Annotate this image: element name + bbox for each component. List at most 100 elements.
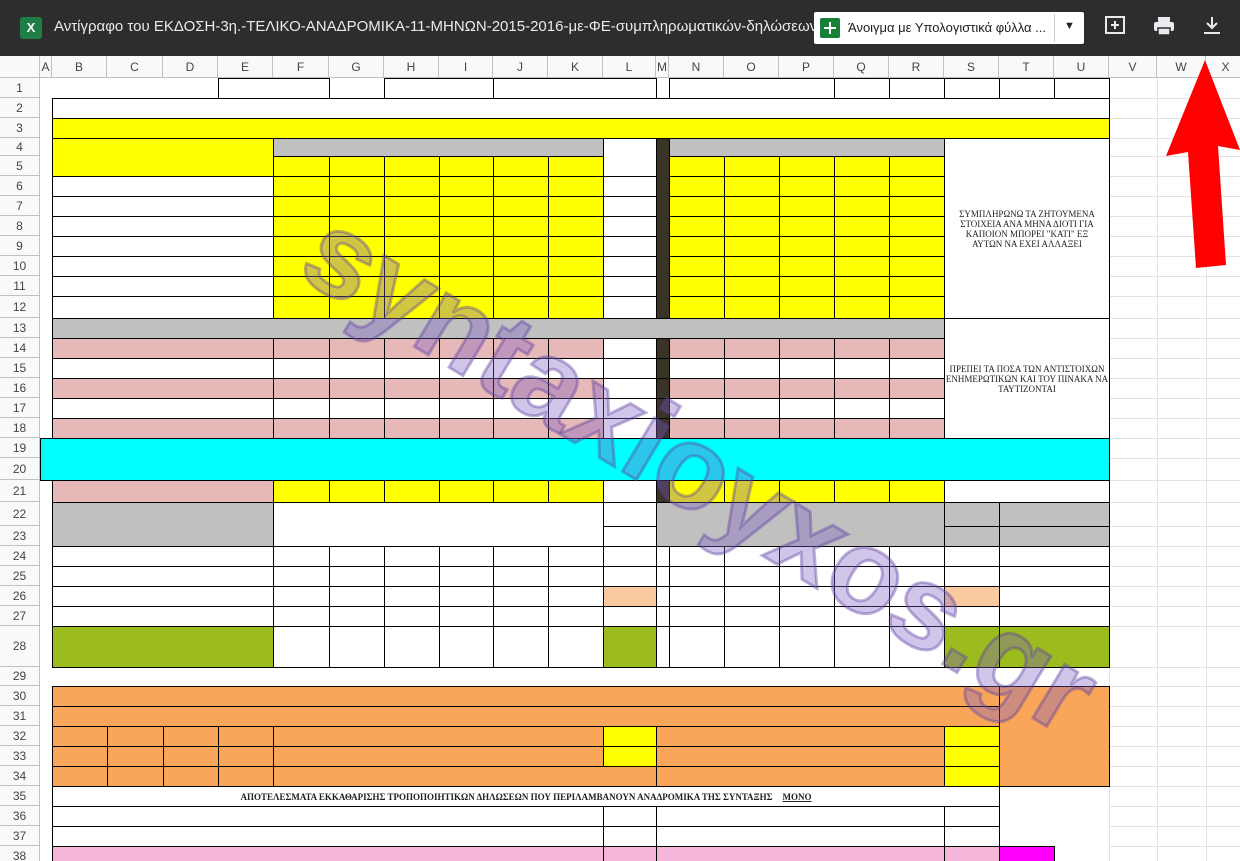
column-header-e[interactable]: E bbox=[218, 56, 273, 78]
column-header-u[interactable]: U bbox=[1054, 56, 1109, 78]
row-header-7[interactable]: 7 bbox=[0, 196, 40, 216]
input-cell[interactable] bbox=[273, 196, 330, 217]
input-cell[interactable] bbox=[329, 236, 385, 257]
input-cell[interactable] bbox=[493, 176, 549, 197]
row-header-24[interactable]: 24 bbox=[0, 546, 40, 566]
column-header-q[interactable]: Q bbox=[834, 56, 889, 78]
input-cell[interactable] bbox=[834, 276, 890, 297]
column-header-a[interactable]: A bbox=[40, 56, 52, 78]
input-cell[interactable] bbox=[548, 216, 604, 237]
row-header-13[interactable]: 13 bbox=[0, 318, 40, 338]
input-cell[interactable] bbox=[384, 236, 440, 257]
open-with-sheets-button[interactable]: Άνοιγμα με Υπολογιστικά φύλλα ... ▼ bbox=[814, 12, 1084, 44]
row-header-4[interactable]: 4 bbox=[0, 138, 40, 156]
row-header-33[interactable]: 33 bbox=[0, 746, 40, 766]
row-header-34[interactable]: 34 bbox=[0, 766, 40, 786]
row-header-27[interactable]: 27 bbox=[0, 606, 40, 626]
row-header-28[interactable]: 28 bbox=[0, 626, 40, 667]
input-cell[interactable] bbox=[724, 196, 780, 217]
eas-input[interactable] bbox=[669, 480, 725, 503]
row-header-16[interactable]: 16 bbox=[0, 378, 40, 398]
input-cell[interactable] bbox=[548, 276, 604, 297]
spreadsheet-grid[interactable]: A B C D E F G H I J K L M N O P Q R S T U V W X 1 2 3 4 5 6 7 8 9 10 11 12 1… bbox=[0, 56, 1240, 861]
column-header-f[interactable]: F bbox=[273, 56, 329, 78]
row-header-31[interactable]: 31 bbox=[0, 706, 40, 726]
eas-input[interactable] bbox=[724, 480, 780, 503]
input-cell[interactable] bbox=[889, 296, 945, 319]
input-cell[interactable] bbox=[548, 236, 604, 257]
row-header-1[interactable]: 1 bbox=[0, 78, 40, 98]
input-cell[interactable] bbox=[384, 296, 440, 319]
input-cell[interactable] bbox=[329, 216, 385, 237]
eas-input[interactable] bbox=[273, 480, 330, 503]
salary-2015-input[interactable] bbox=[603, 746, 657, 767]
input-cell[interactable] bbox=[889, 176, 945, 197]
input-cell[interactable] bbox=[834, 236, 890, 257]
input-cell[interactable] bbox=[493, 276, 549, 297]
input-cell[interactable] bbox=[548, 196, 604, 217]
input-cell[interactable] bbox=[779, 176, 835, 197]
row-header-35[interactable]: 35 bbox=[0, 786, 40, 806]
input-cell[interactable] bbox=[493, 236, 549, 257]
input-cell[interactable] bbox=[779, 276, 835, 297]
input-cell[interactable] bbox=[779, 216, 835, 237]
row-header-25[interactable]: 25 bbox=[0, 566, 40, 586]
eas-input[interactable] bbox=[889, 480, 945, 503]
input-cell[interactable] bbox=[669, 176, 725, 197]
input-cell[interactable] bbox=[779, 236, 835, 257]
input-cell[interactable] bbox=[548, 256, 604, 277]
children-input[interactable] bbox=[944, 766, 1000, 787]
input-cell[interactable] bbox=[329, 276, 385, 297]
input-cell[interactable] bbox=[889, 236, 945, 257]
column-header-b[interactable]: B bbox=[52, 56, 107, 78]
input-cell[interactable] bbox=[889, 256, 945, 277]
column-header-g[interactable]: G bbox=[329, 56, 384, 78]
chevron-down-icon[interactable]: ▼ bbox=[1064, 20, 1075, 32]
row-header-10[interactable]: 10 bbox=[0, 256, 40, 276]
input-cell[interactable] bbox=[273, 236, 330, 257]
column-header-n[interactable]: N bbox=[669, 56, 724, 78]
column-header-j[interactable]: J bbox=[493, 56, 548, 78]
eas-input[interactable] bbox=[548, 480, 604, 503]
column-header-s[interactable]: S bbox=[944, 56, 999, 78]
row-header-18[interactable]: 18 bbox=[0, 418, 40, 438]
input-cell[interactable] bbox=[669, 276, 725, 297]
input-cell[interactable] bbox=[439, 176, 494, 197]
input-cell[interactable] bbox=[329, 196, 385, 217]
column-header-o[interactable]: O bbox=[724, 56, 779, 78]
row-header-20[interactable]: 20 bbox=[0, 458, 40, 480]
input-cell[interactable] bbox=[889, 216, 945, 237]
input-cell[interactable] bbox=[834, 176, 890, 197]
input-cell[interactable] bbox=[779, 256, 835, 277]
eas-input[interactable] bbox=[834, 480, 890, 503]
column-header-l[interactable]: L bbox=[603, 56, 656, 78]
row-header-30[interactable]: 30 bbox=[0, 686, 40, 706]
salary-2016-input[interactable] bbox=[944, 746, 1000, 767]
input-cell[interactable] bbox=[493, 256, 549, 277]
input-cell[interactable] bbox=[439, 296, 494, 319]
eas-input[interactable] bbox=[439, 480, 494, 503]
row-header-26[interactable]: 26 bbox=[0, 586, 40, 606]
download-icon[interactable] bbox=[1198, 14, 1226, 42]
input-cell[interactable] bbox=[273, 276, 330, 297]
input-cell[interactable] bbox=[273, 176, 330, 197]
row-header-8[interactable]: 8 bbox=[0, 216, 40, 236]
input-cell[interactable] bbox=[548, 296, 604, 319]
add-comment-icon[interactable] bbox=[1101, 14, 1129, 42]
input-cell[interactable] bbox=[724, 216, 780, 237]
input-cell[interactable] bbox=[439, 216, 494, 237]
row-header-15[interactable]: 15 bbox=[0, 358, 40, 378]
eas-input[interactable] bbox=[329, 480, 385, 503]
input-cell[interactable] bbox=[669, 256, 725, 277]
input-cell[interactable] bbox=[384, 196, 440, 217]
row-header-21[interactable]: 21 bbox=[0, 480, 40, 502]
input-cell[interactable] bbox=[889, 196, 945, 217]
eas-input[interactable] bbox=[384, 480, 440, 503]
column-header-d[interactable]: D bbox=[163, 56, 218, 78]
column-header-c[interactable]: C bbox=[107, 56, 163, 78]
input-cell[interactable] bbox=[329, 176, 385, 197]
input-cell[interactable] bbox=[273, 296, 330, 319]
input-cell[interactable] bbox=[724, 296, 780, 319]
input-cell[interactable] bbox=[493, 296, 549, 319]
column-header-k[interactable]: K bbox=[548, 56, 603, 78]
